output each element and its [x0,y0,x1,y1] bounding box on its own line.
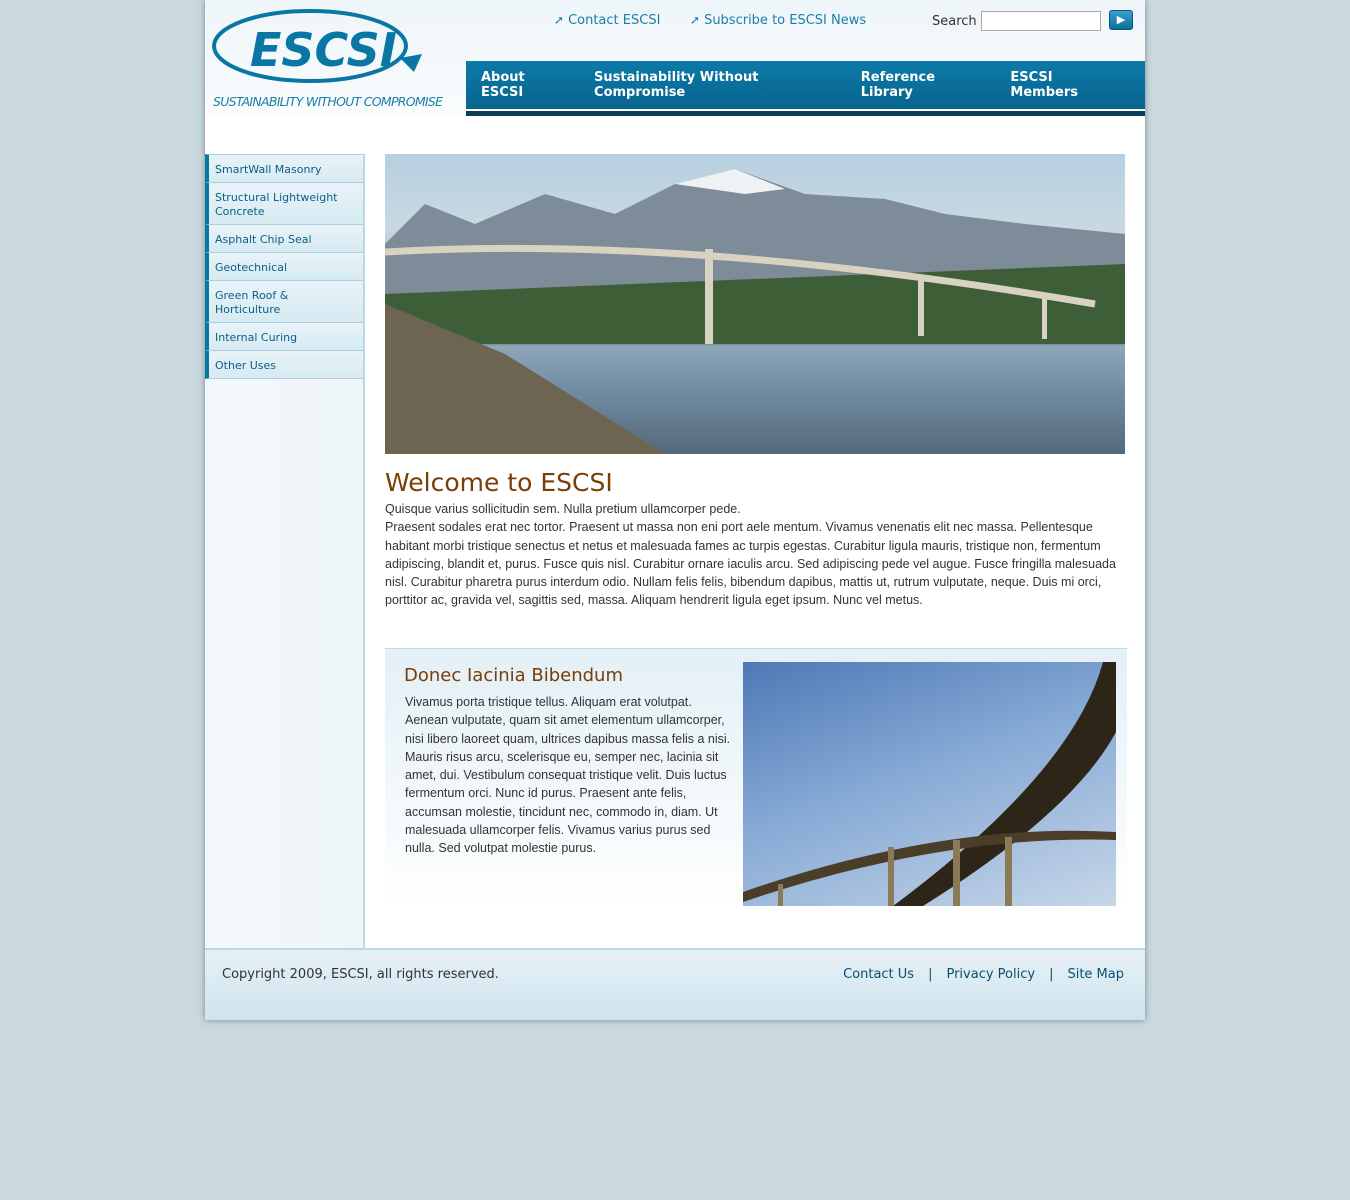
search-label: Search [932,14,977,29]
nav-sustainability[interactable]: Sustainability Without Compromise [594,70,830,100]
nav-about[interactable]: About ESCSI [481,70,563,100]
feature-text: Vivamus porta tristique tellus. Aliquam … [405,695,731,856]
sidebar-item-geotechnical[interactable]: Geotechnical [205,253,363,281]
subscribe-link[interactable]: ➚ Subscribe to ESCSI News [690,13,866,28]
sidebar-item-other-uses[interactable]: Other Uses [205,351,363,379]
intro-paragraph: Quisque varius sollicitudin sem. Nulla p… [385,502,741,516]
feature-box: Donec Iacinia Bibendum Vivamus porta tri… [385,648,1127,910]
separator: | [928,967,933,982]
feature-title: Donec Iacinia Bibendum [404,665,623,686]
overpass-illustration [743,662,1116,906]
link-label: Subscribe to ESCSI News [704,13,867,28]
intro-paragraph: Praesent sodales erat nec tortor. Praese… [385,520,1116,608]
sidebar-item-structural[interactable]: Structural Lightweight Concrete [205,183,363,225]
logo-tagline: SUSTAINABILITY WITHOUT COMPROMISE [213,94,443,109]
header: ESCSI SUSTAINABILITY WITHOUT COMPROMISE … [205,0,1145,116]
footer-contact-link[interactable]: Contact Us [843,967,914,982]
play-arrow-icon: ▶ [1116,13,1126,26]
overpass-image [743,662,1116,906]
footer-links: Contact Us | Privacy Policy | Site Map [843,967,1124,982]
page-title: Welcome to ESCSI [385,468,613,497]
footer-privacy-link[interactable]: Privacy Policy [946,967,1035,982]
separator: | [1049,967,1054,982]
sidebar-item-internal-curing[interactable]: Internal Curing [205,323,363,351]
logo-text: ESCSI [250,23,397,77]
nav-underline [466,109,1145,116]
intro-text: Quisque varius sollicitudin sem. Nulla p… [385,500,1130,610]
contact-escsi-link[interactable]: ➚ Contact ESCSI [554,13,660,28]
footer-sitemap-link[interactable]: Site Map [1067,967,1124,982]
hero-bridge-image [385,154,1125,454]
escsi-logo[interactable]: ESCSI SUSTAINABILITY WITHOUT COMPROMISE [210,6,450,114]
search-button[interactable]: ▶ [1109,10,1133,30]
sidebar-item-green-roof[interactable]: Green Roof & Horticulture [205,281,363,323]
search-input[interactable] [981,11,1101,31]
arrow-up-right-icon: ➚ [690,13,701,27]
page-container: ESCSI SUSTAINABILITY WITHOUT COMPROMISE … [205,0,1145,1020]
nav-members[interactable]: ESCSI Members [1010,70,1114,100]
bridge-illustration [385,169,1125,454]
sidebar: SmartWall Masonry Structural Lightweight… [205,154,365,948]
nav-reference-library[interactable]: Reference Library [861,70,980,100]
link-label: Contact ESCSI [568,13,661,28]
arrow-up-right-icon: ➚ [554,13,565,27]
copyright-text: Copyright 2009, ESCSI, all rights reserv… [222,967,499,982]
sidebar-item-smartwall[interactable]: SmartWall Masonry [205,154,363,183]
footer: Copyright 2009, ESCSI, all rights reserv… [205,948,1145,1020]
main-nav: About ESCSI Sustainability Without Compr… [466,61,1145,109]
sidebar-item-asphalt[interactable]: Asphalt Chip Seal [205,225,363,253]
